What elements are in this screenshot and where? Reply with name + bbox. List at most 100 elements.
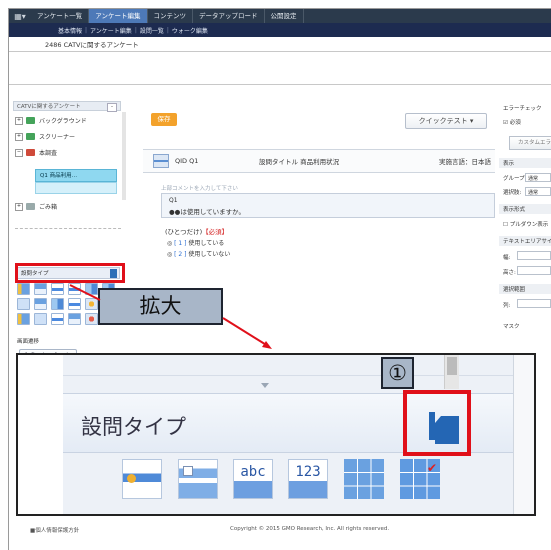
option-1[interactable]: ◎ [ 1 ] 使用している	[167, 238, 224, 247]
number-text: 123	[295, 464, 321, 480]
option-2[interactable]: ◎ [ 2 ] 使用していない	[167, 249, 230, 258]
privacy-policy-link[interactable]: ■個人情報保護方針	[30, 526, 79, 534]
choice-select[interactable]: 通常	[525, 187, 551, 196]
matrix-check-icon[interactable]	[400, 459, 440, 499]
subnav-basic-info[interactable]: 基本情報	[55, 26, 85, 35]
required-checkbox[interactable]: ☑ 必須	[503, 118, 521, 126]
custom-error-button[interactable]: カスタムエラ	[509, 136, 551, 150]
tree-item-q1-selected[interactable]: Q1 商品利用…	[35, 169, 117, 182]
group-label: グループ:	[503, 176, 527, 182]
single-choice-icon[interactable]	[122, 459, 162, 499]
folder-red-icon	[26, 149, 35, 156]
option-label: 使用している	[188, 240, 225, 247]
nav-publish-settings[interactable]: 公開設定	[265, 9, 304, 23]
chevron-down-icon	[261, 383, 269, 388]
question-number: Q1	[169, 197, 178, 204]
pulldown-checkbox[interactable]: ☐ プルダウン表示	[503, 220, 548, 228]
divider	[9, 84, 551, 85]
highlight-box	[403, 390, 471, 456]
width-label: 幅:	[503, 255, 511, 261]
page-break-icon[interactable]	[51, 313, 64, 325]
folder-green-icon	[26, 133, 35, 140]
tree-item-label: ごみ箱	[39, 204, 58, 211]
display-label: 表示	[503, 161, 515, 167]
nav-survey-edit[interactable]: アンケート編集	[89, 9, 148, 23]
display-format-label: 表示形式	[503, 207, 526, 213]
single-choice-icon[interactable]	[17, 283, 30, 295]
divider	[9, 51, 551, 52]
choice-range-label: 選択範囲	[503, 287, 526, 293]
list-icon[interactable]	[17, 298, 30, 310]
sort-icon[interactable]	[17, 313, 30, 325]
quick-test-button[interactable]: クイックテスト ▾	[405, 113, 487, 129]
nav-data-upload[interactable]: データアップロード	[193, 9, 265, 23]
expand-icon[interactable]: +	[15, 132, 23, 141]
zoom-question-type-title: 設問タイプ	[81, 415, 186, 439]
collapse-icon[interactable]: −	[15, 148, 23, 157]
answer-note: (ひとつだけ)【必須】	[165, 226, 228, 236]
question-text: ●●は使用していますか。	[169, 208, 246, 216]
height-input[interactable]	[517, 266, 551, 275]
col-input[interactable]	[517, 299, 551, 308]
tree-title: CATVに関するアンケート	[17, 104, 81, 110]
group-select[interactable]: 通常	[525, 173, 551, 182]
banner-icon[interactable]	[68, 313, 81, 325]
matrix-icon[interactable]	[85, 283, 98, 295]
nav-contents[interactable]: コンテンツ	[148, 9, 193, 23]
width-input[interactable]	[517, 251, 551, 260]
grid-menu-icon[interactable]: ▦▾	[9, 9, 31, 23]
expand-icon[interactable]: +	[15, 116, 23, 125]
nav-survey-list[interactable]: アンケート一覧	[31, 9, 90, 23]
number-input-icon[interactable]	[68, 283, 81, 295]
height-label: 高さ:	[503, 270, 516, 276]
trash-icon	[26, 203, 35, 210]
subnav-question-list[interactable]: 設問一覧	[137, 26, 167, 35]
step-number-badge: ①	[381, 357, 414, 389]
required-label: 必須	[509, 120, 521, 126]
rating-icon[interactable]	[85, 298, 98, 310]
screen-transition-label: 画面遷移	[17, 339, 40, 345]
question-type-icon	[153, 154, 169, 168]
question-id: QID Q1	[175, 157, 199, 165]
top-navigation-bar: ▦▾ アンケート一覧 アンケート編集 コンテンツ データアップロード 公開設定	[9, 9, 551, 23]
expand-icon[interactable]: +	[15, 202, 23, 211]
tree-item-background[interactable]: + バックグラウンド	[15, 116, 87, 125]
tree-item-label: スクリーナー	[39, 134, 76, 141]
stop-icon[interactable]	[85, 313, 98, 325]
tree-item-trash[interactable]: + ごみ箱	[15, 202, 57, 211]
tree-scrollbar[interactable]	[122, 112, 126, 200]
number-input-icon[interactable]: 123	[288, 459, 328, 499]
divider	[63, 375, 534, 376]
subnav-walk-edit[interactable]: ウォーク編集	[169, 26, 211, 35]
image-icon[interactable]	[34, 298, 47, 310]
sub-navigation: 基本情報 | アンケート編集 | 設問一覧 | ウォーク編集	[9, 23, 551, 37]
tree-item-main-survey[interactable]: − 本調査	[15, 148, 57, 157]
table-icon[interactable]	[51, 298, 64, 310]
scroll-thumb[interactable]	[447, 357, 457, 375]
matrix-icon[interactable]	[344, 459, 384, 499]
divider	[15, 228, 121, 229]
col-label: 列:	[503, 303, 511, 309]
tree-header: CATVに関するアンケート –	[13, 101, 121, 112]
zoom-scrollbar[interactable]	[444, 355, 459, 389]
multi-choice-icon[interactable]	[34, 283, 47, 295]
zoom-label: 拡大	[98, 288, 223, 325]
collapse-button[interactable]: –	[107, 103, 117, 112]
calendar-icon[interactable]	[34, 313, 47, 325]
subnav-survey-edit[interactable]: アンケート編集	[87, 26, 135, 35]
tree-item-screener[interactable]: + スクリーナー	[15, 132, 75, 141]
top-comment-placeholder[interactable]: 上部コメントを入力して下さい	[161, 184, 238, 192]
question-text-box[interactable]: Q1 ●●は使用していますか。	[161, 193, 495, 218]
textarea-size-label: テキストエリアサイ	[503, 239, 551, 245]
textarea-icon[interactable]	[68, 298, 81, 310]
text-input-icon[interactable]	[51, 283, 64, 295]
save-button[interactable]: 保存	[151, 113, 177, 126]
multi-choice-icon[interactable]	[178, 459, 218, 499]
survey-title: 2486 CATVに関するアンケート	[45, 41, 139, 49]
option-number: [ 1 ]	[174, 240, 187, 247]
pulldown-label: プルダウン表示	[509, 222, 549, 228]
option-label: 使用していない	[188, 251, 231, 258]
highlight-box	[15, 263, 125, 283]
error-check-label: エラーチェック	[503, 106, 542, 112]
text-input-icon[interactable]: abc	[233, 459, 273, 499]
